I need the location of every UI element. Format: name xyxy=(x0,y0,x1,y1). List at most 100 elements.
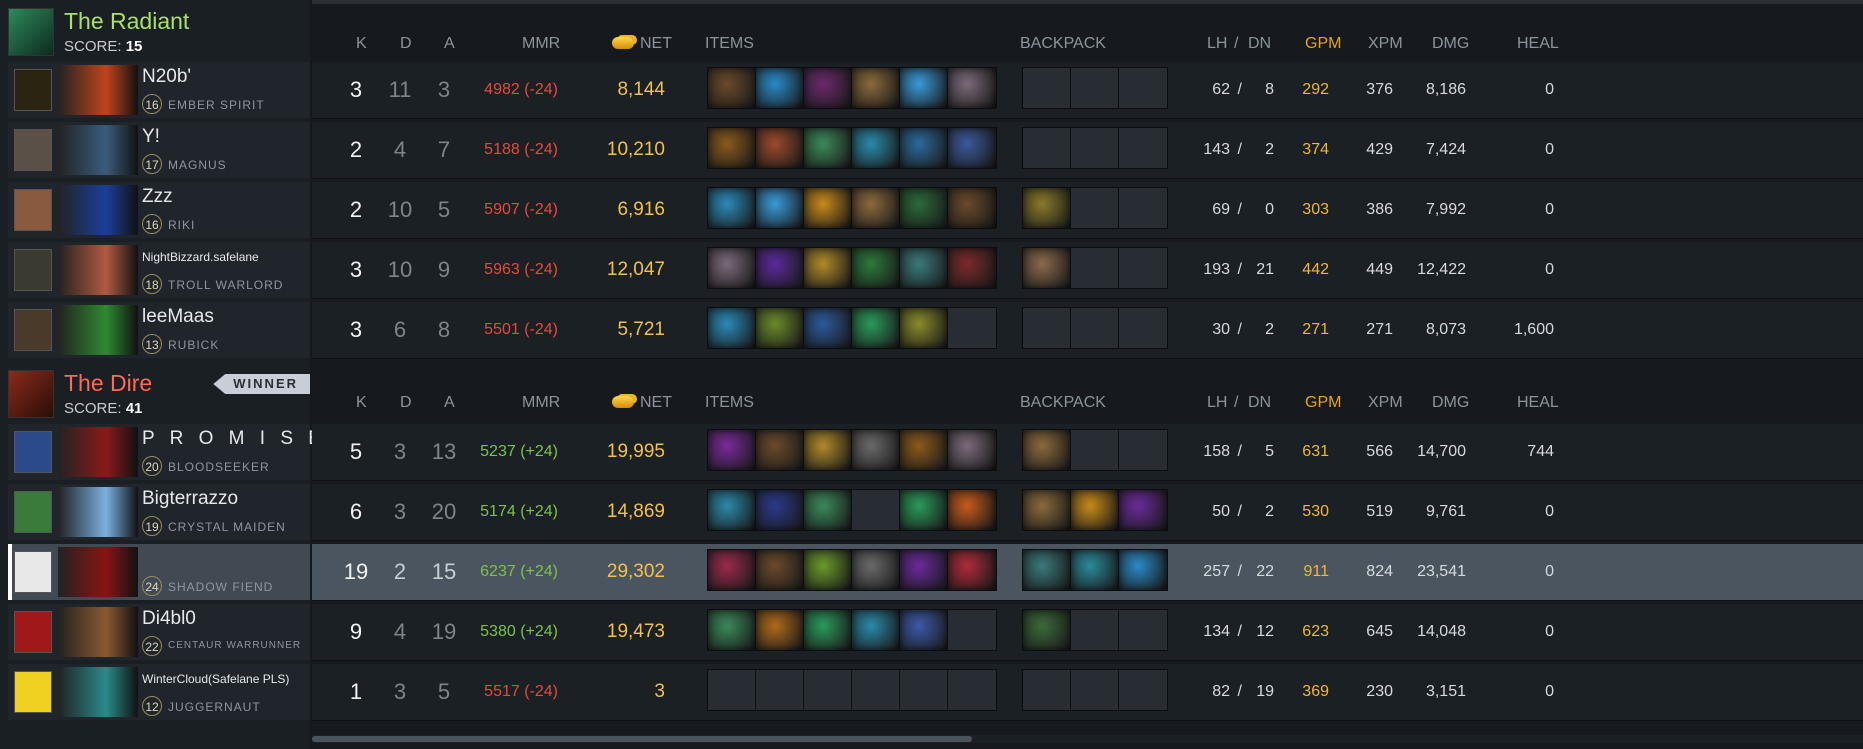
col-gpm-header[interactable]: GPM xyxy=(1305,35,1341,53)
col-a-header[interactable]: A xyxy=(444,394,455,412)
empty-backpack-slot[interactable] xyxy=(1118,127,1168,169)
hero-portrait[interactable] xyxy=(58,185,138,235)
blade-item-icon[interactable] xyxy=(707,489,757,531)
col-dmg-header[interactable]: DMG xyxy=(1432,35,1469,53)
table-row[interactable]: 1 3 5 5517 (-24) 3 82/19 369 230 3,151 0 xyxy=(312,664,1863,721)
avatar[interactable] xyxy=(14,611,52,653)
empty-item-slot[interactable] xyxy=(851,669,901,711)
magic-wand-backpack-icon[interactable] xyxy=(1118,549,1168,591)
empty-backpack-slot[interactable] xyxy=(1022,67,1072,109)
empty-item-slot[interactable] xyxy=(851,489,901,531)
col-net-header[interactable]: NET xyxy=(612,35,672,53)
orb-item-icon[interactable] xyxy=(947,67,997,109)
tp-scroll-item-icon[interactable] xyxy=(851,67,901,109)
avatar[interactable] xyxy=(14,309,52,351)
wand-item-icon[interactable] xyxy=(947,127,997,169)
table-row[interactable]: 5 3 13 5237 (+24) 19,995 158/5 631 566 14,700 744 xyxy=(312,424,1863,481)
crystalys-item-icon[interactable] xyxy=(707,549,757,591)
fire-orb-item-icon[interactable] xyxy=(947,489,997,531)
col-heal-header[interactable]: HEAL xyxy=(1517,35,1559,53)
hero-portrait[interactable] xyxy=(58,667,138,717)
staff-item-icon[interactable] xyxy=(803,127,853,169)
empty-backpack-slot[interactable] xyxy=(1070,429,1120,471)
col-backpack-header[interactable]: BACKPACK xyxy=(1020,35,1106,53)
bracer-item-icon[interactable] xyxy=(899,307,949,349)
player-name[interactable]: leeMaas xyxy=(142,306,214,328)
col-net-header[interactable]: NET xyxy=(612,394,672,412)
sword-item-icon[interactable] xyxy=(851,247,901,289)
dagger-item-icon[interactable] xyxy=(899,187,949,229)
col-backpack-header[interactable]: BACKPACK xyxy=(1020,394,1106,412)
table-row[interactable]: 3 6 8 5501 (-24) 5,721 30/2 271 271 8,073 1,600 xyxy=(312,302,1863,359)
empty-item-slot[interactable] xyxy=(803,669,853,711)
empty-backpack-slot[interactable] xyxy=(1070,307,1120,349)
empty-item-slot[interactable] xyxy=(947,609,997,651)
empty-backpack-slot[interactable] xyxy=(1118,669,1168,711)
refresher-item-icon[interactable] xyxy=(899,67,949,109)
player-card[interactable]: NightBizzard.safelane 18 TROLL WARLORD xyxy=(8,242,310,298)
staff-item-icon[interactable] xyxy=(707,609,757,651)
avatar[interactable] xyxy=(14,69,52,111)
tp-scroll-item-icon[interactable] xyxy=(851,187,901,229)
empty-backpack-slot[interactable] xyxy=(1022,669,1072,711)
player-card[interactable]: Y! 17 MAGNUS xyxy=(8,122,310,178)
boots-item-icon[interactable] xyxy=(947,187,997,229)
col-items-header[interactable]: ITEMS xyxy=(705,35,754,53)
boots-item-icon[interactable] xyxy=(755,549,805,591)
col-xpm-header[interactable]: XPM xyxy=(1368,394,1403,412)
player-name[interactable]: NightBizzard.safelane xyxy=(142,250,259,264)
empty-backpack-slot[interactable] xyxy=(1118,609,1168,651)
hero-portrait[interactable] xyxy=(58,547,138,597)
empty-item-slot[interactable] xyxy=(947,307,997,349)
hero-portrait[interactable] xyxy=(58,487,138,537)
mask-item-icon[interactable] xyxy=(803,247,853,289)
branches-backpack-icon[interactable] xyxy=(1022,187,1072,229)
stout-shield-item-icon[interactable] xyxy=(755,127,805,169)
avatar[interactable] xyxy=(14,491,52,533)
col-separator-header[interactable]: / xyxy=(1234,394,1238,412)
player-card[interactable]: N20b' 16 EMBER SPIRIT xyxy=(8,62,310,118)
empty-backpack-slot[interactable] xyxy=(1022,307,1072,349)
empty-backpack-slot[interactable] xyxy=(1070,609,1120,651)
orb-item-icon[interactable] xyxy=(707,247,757,289)
player-name[interactable]: WinterCloud(Safelane PLS) xyxy=(142,672,289,686)
empty-backpack-slot[interactable] xyxy=(1070,187,1120,229)
spear-backpack-icon[interactable] xyxy=(1022,609,1072,651)
desolator-item-icon[interactable] xyxy=(851,549,901,591)
table-row[interactable]: 3 10 9 5963 (-24) 12,047 193/21 442 449 12,422 0 xyxy=(312,242,1863,299)
col-k-header[interactable]: K xyxy=(356,35,367,53)
hero-portrait[interactable] xyxy=(58,427,138,477)
table-row[interactable]: 2 4 7 5188 (-24) 10,210 143/2 374 429 7,424 0 xyxy=(312,122,1863,179)
empty-backpack-slot[interactable] xyxy=(1070,669,1120,711)
empty-backpack-slot[interactable] xyxy=(1022,127,1072,169)
flask-backpack-icon[interactable] xyxy=(1070,549,1120,591)
staff-item-icon[interactable] xyxy=(803,489,853,531)
battlefury-item-icon[interactable] xyxy=(707,429,757,471)
aether-orb-item-icon[interactable] xyxy=(803,307,853,349)
empty-backpack-slot[interactable] xyxy=(1118,67,1168,109)
scrollbar-thumb[interactable] xyxy=(312,736,972,742)
empty-item-slot[interactable] xyxy=(707,669,757,711)
tranquil-boots-item-icon[interactable] xyxy=(803,609,853,651)
avatar[interactable] xyxy=(14,431,52,473)
empty-backpack-slot[interactable] xyxy=(1118,187,1168,229)
hero-portrait[interactable] xyxy=(58,65,138,115)
blade-item-icon[interactable] xyxy=(851,127,901,169)
player-card[interactable]: WinterCloud(Safelane PLS) 12 JUGGERNAUT xyxy=(8,664,310,720)
desolator-item-icon[interactable] xyxy=(851,429,901,471)
player-card[interactable]: 24 SHADOW FIEND xyxy=(8,544,310,600)
robe-item-icon[interactable] xyxy=(755,489,805,531)
col-heal-header[interactable]: HEAL xyxy=(1517,394,1559,412)
col-k-header[interactable]: K xyxy=(356,394,367,412)
daedalus-item-icon[interactable] xyxy=(899,549,949,591)
empty-backpack-slot[interactable] xyxy=(1118,307,1168,349)
tp-scroll-backpack-icon[interactable] xyxy=(1022,429,1072,471)
hero-portrait[interactable] xyxy=(58,305,138,355)
player-name[interactable]: Zzz xyxy=(142,186,173,208)
bottle-backpack-icon[interactable] xyxy=(1070,489,1120,531)
horizontal-scrollbar[interactable] xyxy=(312,735,1863,743)
ring-item-icon[interactable] xyxy=(899,127,949,169)
col-dmg-header[interactable]: DMG xyxy=(1432,394,1469,412)
empty-backpack-slot[interactable] xyxy=(1070,67,1120,109)
eul-item-icon[interactable] xyxy=(803,549,853,591)
